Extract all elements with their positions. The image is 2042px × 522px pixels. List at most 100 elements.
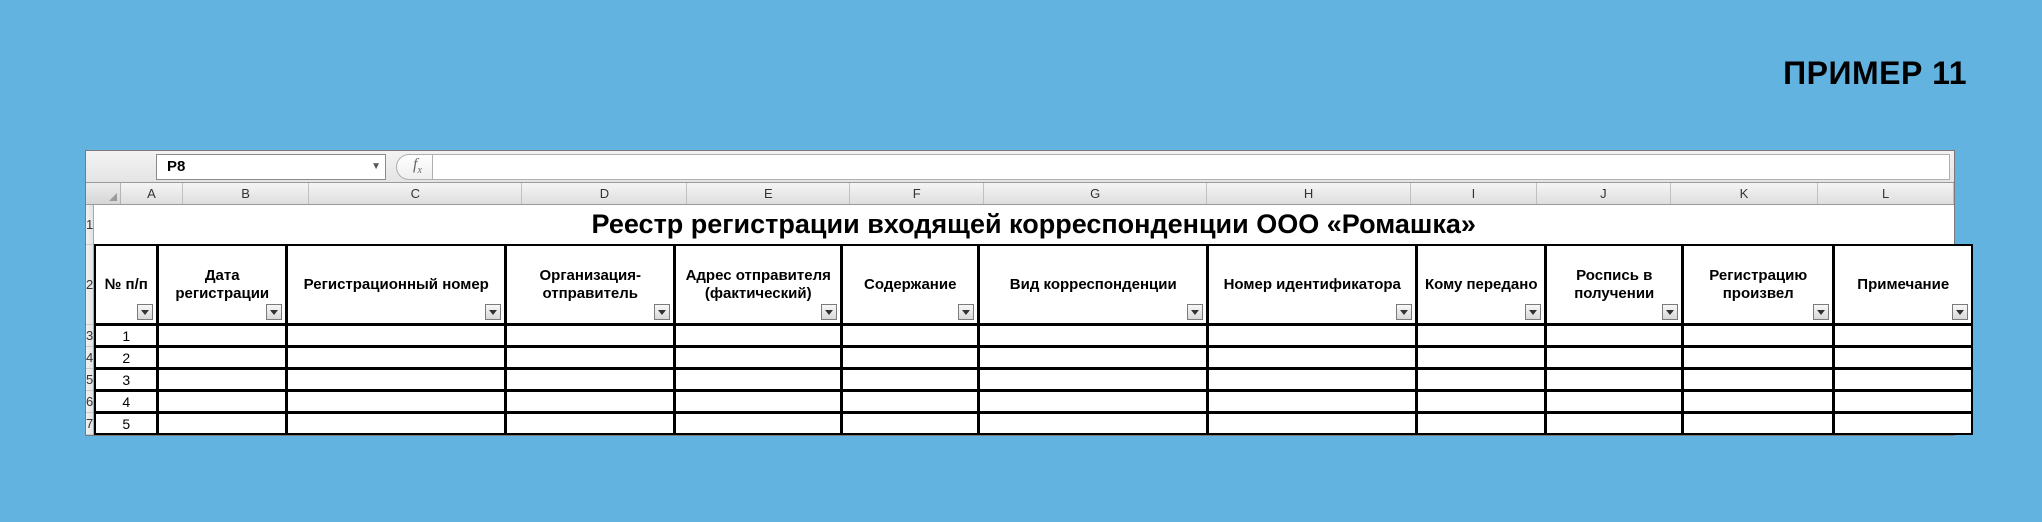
table-header-cell[interactable]: Номер идентификатора: [1207, 244, 1417, 325]
cell[interactable]: [1682, 412, 1834, 435]
row-header[interactable]: 3: [86, 325, 93, 347]
row-header[interactable]: 1: [86, 205, 93, 245]
col-header[interactable]: D: [522, 183, 687, 204]
filter-button[interactable]: [1525, 304, 1541, 320]
filter-button[interactable]: [1187, 304, 1203, 320]
filter-button[interactable]: [485, 304, 501, 320]
name-box[interactable]: P8 ▼: [156, 154, 386, 180]
cell[interactable]: [1833, 324, 1973, 347]
cell[interactable]: [1207, 390, 1417, 413]
cell[interactable]: [286, 368, 506, 391]
cell[interactable]: [1416, 390, 1546, 413]
cell[interactable]: [1682, 390, 1834, 413]
cell[interactable]: [674, 368, 842, 391]
cell[interactable]: [841, 368, 979, 391]
cell[interactable]: [1833, 412, 1973, 435]
filter-button[interactable]: [1396, 304, 1412, 320]
filter-button[interactable]: [1813, 304, 1829, 320]
cell[interactable]: [157, 346, 287, 369]
cell[interactable]: [841, 346, 979, 369]
table-header-cell[interactable]: Примечание: [1833, 244, 1973, 325]
cell[interactable]: [1682, 346, 1834, 369]
cell[interactable]: [978, 324, 1208, 347]
table-header-cell[interactable]: Регистрацию произвел: [1682, 244, 1834, 325]
table-header-cell[interactable]: Содержание: [841, 244, 979, 325]
cell[interactable]: 5: [94, 412, 158, 435]
filter-button[interactable]: [654, 304, 670, 320]
cell[interactable]: [841, 324, 979, 347]
cell[interactable]: [1207, 412, 1417, 435]
col-header[interactable]: K: [1671, 183, 1818, 204]
cell[interactable]: [1833, 368, 1973, 391]
filter-button[interactable]: [266, 304, 282, 320]
cell[interactable]: [1545, 324, 1683, 347]
cell[interactable]: [978, 346, 1208, 369]
table-header-cell[interactable]: Дата регистрации: [157, 244, 287, 325]
select-all-corner[interactable]: [86, 183, 121, 204]
table-header-cell[interactable]: Адрес отправителя (фактический): [674, 244, 842, 325]
row-header[interactable]: 7: [86, 413, 93, 435]
table-header-cell[interactable]: Вид корреспонденции: [978, 244, 1208, 325]
cell[interactable]: [286, 390, 506, 413]
cell[interactable]: [674, 324, 842, 347]
filter-button[interactable]: [1662, 304, 1678, 320]
col-header[interactable]: F: [850, 183, 984, 204]
row-header[interactable]: 4: [86, 347, 93, 369]
cell[interactable]: [157, 390, 287, 413]
cell[interactable]: [1416, 346, 1546, 369]
filter-button[interactable]: [1952, 304, 1968, 320]
table-header-cell[interactable]: Организация-отправитель: [505, 244, 675, 325]
table-header-cell[interactable]: Кому передано: [1416, 244, 1546, 325]
cell[interactable]: [1545, 368, 1683, 391]
cell[interactable]: [1207, 346, 1417, 369]
cell[interactable]: [286, 346, 506, 369]
cell[interactable]: [1545, 412, 1683, 435]
cell[interactable]: [157, 412, 287, 435]
cell[interactable]: [1416, 412, 1546, 435]
cell[interactable]: [1682, 368, 1834, 391]
cell[interactable]: [674, 346, 842, 369]
row-header[interactable]: 6: [86, 391, 93, 413]
cell[interactable]: [674, 412, 842, 435]
sheet-title[interactable]: Реестр регистрации входящей корреспонден…: [94, 205, 1973, 244]
cell[interactable]: [505, 324, 675, 347]
cell[interactable]: [978, 390, 1208, 413]
cell[interactable]: [505, 390, 675, 413]
cell[interactable]: [674, 390, 842, 413]
cell[interactable]: [286, 324, 506, 347]
col-header[interactable]: J: [1537, 183, 1671, 204]
col-header[interactable]: H: [1207, 183, 1411, 204]
filter-button[interactable]: [137, 304, 153, 320]
col-header[interactable]: E: [687, 183, 850, 204]
cell[interactable]: [505, 346, 675, 369]
col-header[interactable]: B: [183, 183, 309, 204]
table-header-cell[interactable]: Регистрационный номер: [286, 244, 506, 325]
col-header[interactable]: I: [1411, 183, 1537, 204]
filter-button[interactable]: [821, 304, 837, 320]
cell[interactable]: [978, 368, 1208, 391]
table-header-cell[interactable]: Роспись в получении: [1545, 244, 1683, 325]
cell[interactable]: [505, 412, 675, 435]
col-header[interactable]: A: [121, 183, 183, 204]
cell[interactable]: 3: [94, 368, 158, 391]
cell[interactable]: [1545, 390, 1683, 413]
fx-button[interactable]: fx: [396, 154, 433, 180]
row-header[interactable]: 5: [86, 369, 93, 391]
cell[interactable]: [505, 368, 675, 391]
cell[interactable]: [978, 412, 1208, 435]
col-header[interactable]: G: [984, 183, 1207, 204]
cell[interactable]: [841, 412, 979, 435]
formula-input[interactable]: [433, 154, 1950, 180]
cell[interactable]: [1682, 324, 1834, 347]
cell[interactable]: 4: [94, 390, 158, 413]
cell[interactable]: [157, 368, 287, 391]
cell[interactable]: [1545, 346, 1683, 369]
cell[interactable]: [157, 324, 287, 347]
cell[interactable]: [286, 412, 506, 435]
cell[interactable]: [1416, 368, 1546, 391]
chevron-down-icon[interactable]: ▼: [371, 161, 381, 172]
cell[interactable]: [841, 390, 979, 413]
cell[interactable]: [1207, 324, 1417, 347]
cell[interactable]: [1416, 324, 1546, 347]
cell[interactable]: 2: [94, 346, 158, 369]
